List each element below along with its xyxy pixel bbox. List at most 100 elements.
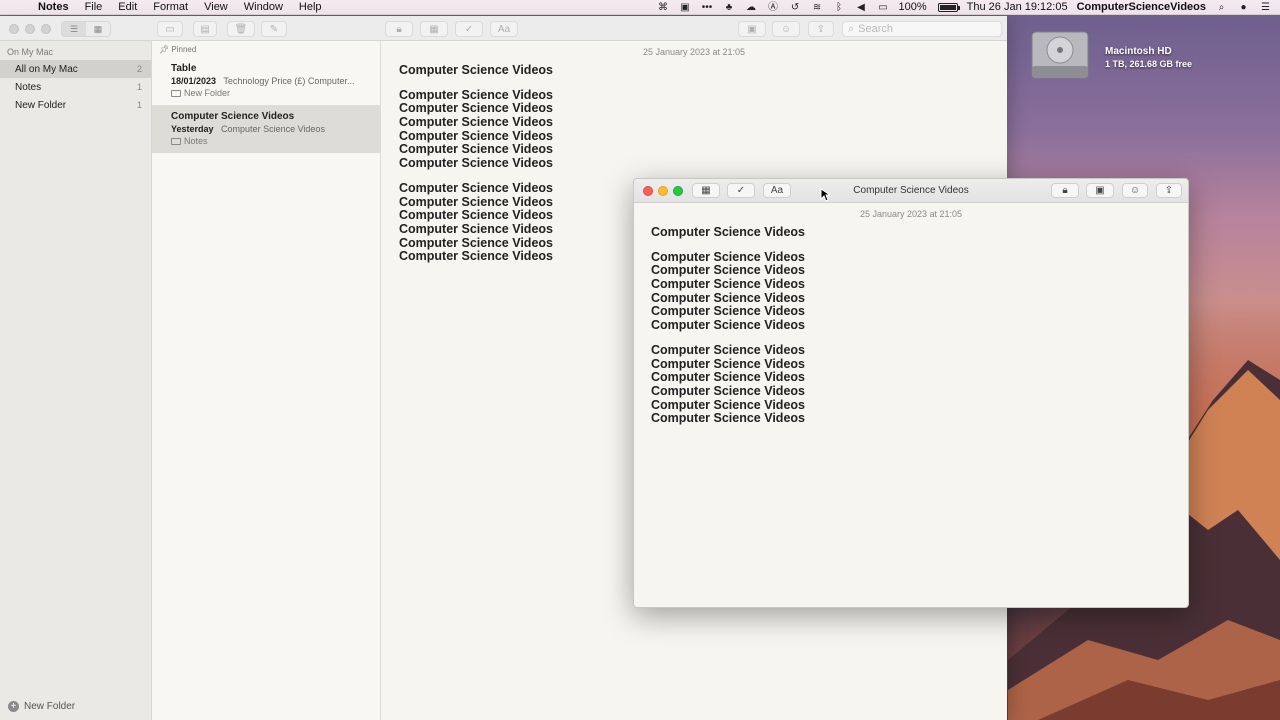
siri-icon[interactable]: ● (1237, 2, 1250, 13)
time-machine-icon[interactable]: ↺ (789, 2, 802, 13)
note-line: Computer Science Videos (651, 318, 805, 333)
table-button[interactable]: ▦ (692, 183, 720, 198)
checklist-button[interactable]: ✓ (455, 21, 483, 37)
sidebar-item-all-on-my-mac[interactable]: All on My Mac 2 (0, 60, 151, 78)
search-icon: ⌕ (848, 22, 855, 35)
add-icon: + (8, 701, 19, 712)
accessibility-icon[interactable]: Ⓐ (767, 2, 780, 13)
note-line: Computer Science Videos (399, 101, 553, 116)
pin-icon: 📌︎ (159, 45, 170, 54)
pinned-header: 📌︎ Pinned (152, 41, 380, 57)
volume-icon[interactable]: ◀ (855, 2, 868, 13)
attachments-button[interactable]: ▤ (193, 21, 217, 37)
lock-button[interactable]: 🔒︎ (1051, 183, 1079, 198)
lock-button[interactable]: 🔒︎ (385, 21, 413, 37)
cherry-icon[interactable]: ♣ (723, 2, 736, 13)
menubar-user[interactable]: ComputerScienceVideos (1077, 1, 1206, 13)
note-line: Computer Science Videos (399, 142, 553, 157)
new-folder-button[interactable]: + New Folder (8, 701, 75, 712)
main-toolbar: ☰ ▦ ▭ ▤ 🗑 ✎ 🔒︎ ▦ ✓ Aa ▣ ☺ ⇪ ⌕ Search (0, 16, 1007, 41)
table-button[interactable]: ▦ (420, 21, 448, 37)
cloud-icon[interactable]: ☁ (745, 2, 758, 13)
battery-icon[interactable] (937, 2, 960, 12)
menu-view[interactable]: View (196, 0, 236, 15)
spotlight-search-icon[interactable]: ⌕ (1215, 2, 1228, 13)
new-folder-label: New Folder (24, 701, 76, 712)
note-line: Computer Science Videos (399, 156, 553, 171)
screen-record-icon[interactable]: ▣ (679, 2, 692, 13)
note-date-header: 25 January 2023 at 21:05 (859, 209, 963, 219)
note-item-table[interactable]: Table 18/01/2023 Technology Price (£) Co… (152, 57, 380, 105)
folder-icon (171, 89, 181, 97)
collaborate-button[interactable]: ☺ (1122, 183, 1148, 198)
sidebar-item-count: 1 (136, 82, 142, 92)
wifi-icon[interactable]: ≋ (811, 2, 824, 13)
format-button[interactable]: Aa (490, 21, 518, 37)
note-meta: 18/01/2023 Technology Price (£) Computer… (171, 76, 371, 86)
search-field[interactable]: ⌕ Search (842, 21, 1002, 37)
menu-format[interactable]: Format (145, 0, 196, 15)
delete-button[interactable]: 🗑 (227, 21, 255, 37)
note-line: Computer Science Videos (651, 290, 805, 305)
menu-window[interactable]: Window (236, 0, 291, 15)
menu-app-notes[interactable]: Notes (30, 0, 77, 15)
menu-file[interactable]: File (77, 0, 111, 15)
sidebar-item-label: All on My Mac (15, 63, 78, 75)
note-date-header: 25 January 2023 at 21:05 (642, 47, 746, 57)
compose-button[interactable]: ✎ (261, 21, 287, 37)
hard-disk-icon[interactable] (1028, 26, 1092, 86)
menu-help[interactable]: Help (291, 0, 330, 15)
list-view-icon[interactable]: ☰ (62, 22, 86, 36)
sidebar-item-notes[interactable]: Notes 1 (0, 78, 151, 96)
sidebar-item-new-folder[interactable]: New Folder 1 (0, 96, 151, 114)
toggle-sidebar-button[interactable]: ▭ (157, 21, 183, 37)
note-list: 📌︎ Pinned Table 18/01/2023 Technology Pr… (152, 41, 381, 720)
media-button[interactable]: ▣ (1086, 183, 1114, 198)
command-icon[interactable]: ⌘ (657, 2, 670, 13)
floating-window-titlebar[interactable]: ▦ ✓ Aa Computer Science Videos 🔒︎ ▣ ☺ ⇪ (634, 179, 1188, 203)
note-line: Computer Science Videos (399, 115, 553, 130)
close-button[interactable] (643, 186, 653, 196)
minimize-button[interactable] (658, 186, 668, 196)
sidebar-item-count: 1 (136, 100, 142, 110)
zoom-button[interactable] (673, 186, 683, 196)
zoom-button[interactable] (41, 24, 51, 34)
media-button[interactable]: ▣ (738, 21, 766, 37)
format-button[interactable]: Aa (763, 183, 791, 198)
bluetooth-icon[interactable]: ᛒ (833, 2, 846, 13)
menubar-clock[interactable]: Thu 26 Jan 19:12:05 (967, 1, 1068, 13)
note-line: Computer Science Videos (651, 263, 805, 278)
note-body[interactable]: Computer Science Videos Computer Science… (634, 225, 1188, 426)
sidebar-item-label: New Folder (15, 99, 67, 111)
folders-sidebar: On My Mac All on My Mac 2 Notes 1 New Fo… (0, 41, 152, 720)
note-folder: New Folder (171, 88, 380, 98)
note-line: Computer Science Videos (651, 225, 805, 239)
note-line: Computer Science Videos (399, 63, 553, 77)
note-item-computer-science-videos[interactable]: Computer Science Videos Yesterday Comput… (152, 105, 380, 153)
menu-edit[interactable]: Edit (110, 0, 145, 15)
note-line: Computer Science Videos (651, 304, 805, 319)
sidebar-item-label: Notes (15, 81, 42, 93)
notification-center-icon[interactable]: ☰ (1259, 2, 1272, 13)
airplay-icon[interactable]: ▭ (877, 2, 890, 13)
more-dots-icon[interactable]: ••• (701, 2, 714, 13)
note-line: Computer Science Videos (651, 356, 805, 371)
note-date: Yesterday (171, 124, 214, 134)
disk-info-label: 1 TB, 261.68 GB free (1105, 59, 1193, 69)
share-button[interactable]: ⇪ (1156, 183, 1182, 198)
collaborate-button[interactable]: ☺ (772, 21, 800, 37)
checklist-button[interactable]: ✓ (727, 183, 755, 198)
share-button[interactable]: ⇪ (808, 21, 834, 37)
view-mode-segmented[interactable]: ☰ ▦ (61, 21, 111, 37)
note-date: 18/01/2023 (171, 76, 217, 86)
mouse-cursor-icon (820, 188, 830, 202)
close-button[interactable] (9, 24, 19, 34)
note-title: Computer Science Videos (171, 111, 295, 122)
note-line: Computer Science Videos (651, 342, 805, 357)
gallery-view-icon[interactable]: ▦ (86, 22, 110, 36)
battery-percent: 100% (898, 1, 927, 13)
note-line: Computer Science Videos (651, 397, 805, 412)
minimize-button[interactable] (25, 24, 35, 34)
note-line: Computer Science Videos (651, 383, 805, 398)
note-line: Computer Science Videos (399, 128, 553, 143)
